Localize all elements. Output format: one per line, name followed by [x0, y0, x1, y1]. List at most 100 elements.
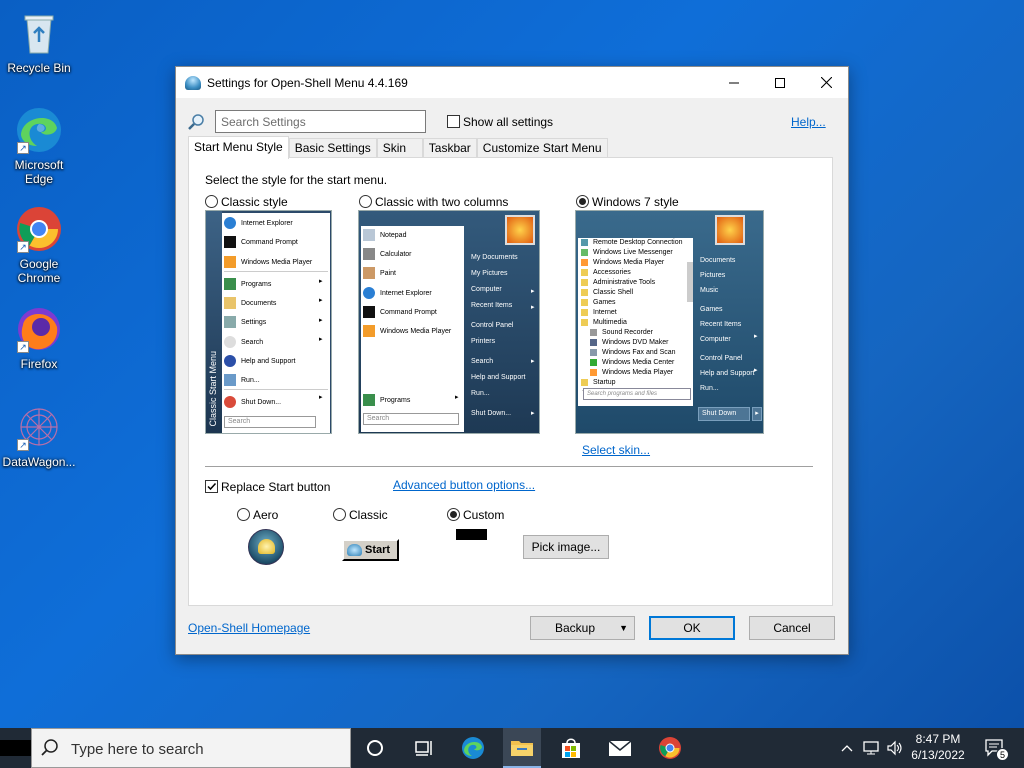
- tab-basic-settings[interactable]: Basic Settings: [288, 138, 377, 159]
- shortcut-arrow-icon: ↗: [17, 241, 29, 253]
- network-button[interactable]: [860, 728, 882, 768]
- classic-start-button-preview: Start: [342, 539, 399, 561]
- aero-button-label: Aero: [253, 508, 279, 522]
- clock-time: 8:47 PM: [915, 732, 961, 746]
- datawagon-icon: ↗: [15, 403, 63, 451]
- open-shell-icon: [347, 544, 362, 556]
- taskbar-search-box[interactable]: Type here to search: [31, 728, 351, 768]
- classic-style-preview[interactable]: Classic Start Menu Internet Explorer Com…: [205, 210, 332, 434]
- two-columns-radio[interactable]: [359, 195, 372, 208]
- desktop-icon-edge[interactable]: ↗ Microsoft Edge: [1, 106, 77, 186]
- title-bar[interactable]: Settings for Open-Shell Menu 4.4.169: [176, 67, 848, 98]
- taskbar-chrome-button[interactable]: [651, 728, 689, 768]
- minimize-icon: [729, 82, 739, 83]
- show-all-settings-checkbox[interactable]: [447, 115, 460, 128]
- aero-button-radio[interactable]: [237, 508, 250, 521]
- desktop-icon-chrome[interactable]: ↗ Google Chrome: [1, 205, 77, 285]
- windows7-style-radio[interactable]: [576, 195, 589, 208]
- tab-start-menu-style[interactable]: Start Menu Style: [188, 136, 289, 159]
- cancel-button[interactable]: Cancel: [749, 616, 835, 640]
- recycle-bin-icon: [15, 9, 63, 57]
- replace-start-button-label: Replace Start button: [221, 480, 331, 494]
- desktop-icon-label: Firefox: [20, 357, 58, 371]
- user-picture-icon: [505, 215, 535, 245]
- open-shell-icon: [185, 75, 201, 90]
- open-shell-homepage-link[interactable]: Open-Shell Homepage: [188, 621, 310, 635]
- search-icon: [41, 739, 58, 756]
- action-center-button[interactable]: 5: [978, 728, 1012, 768]
- windows7-style-label: Windows 7 style: [592, 195, 679, 209]
- classic-side-label: Classic Start Menu: [208, 351, 218, 427]
- taskbar-store-button[interactable]: [552, 728, 590, 768]
- pick-image-button[interactable]: Pick image...: [523, 535, 609, 559]
- desktop-icon-label: Microsoft Edge: [14, 158, 64, 186]
- minimize-button[interactable]: [711, 67, 757, 98]
- tab-taskbar[interactable]: Taskbar: [422, 138, 477, 159]
- advanced-button-options-link[interactable]: Advanced button options...: [393, 478, 535, 492]
- chrome-icon: ↗: [15, 205, 63, 253]
- backup-button[interactable]: Backup ▼: [530, 616, 635, 640]
- folder-icon: [511, 741, 533, 756]
- custom-button-radio[interactable]: [447, 508, 460, 521]
- two-columns-preview[interactable]: Notepad Calculator Paint Internet Explor…: [358, 210, 540, 434]
- two-col-left-list: Notepad Calculator Paint Internet Explor…: [361, 226, 464, 432]
- taskbar-search-placeholder: Type here to search: [71, 741, 204, 758]
- window-body: Show all settings Help... Start Menu Sty…: [176, 98, 848, 654]
- custom-button-label: Custom: [463, 508, 505, 522]
- start-button[interactable]: [0, 740, 31, 756]
- list-item: Settings: [224, 316, 266, 328]
- cortana-button[interactable]: [356, 728, 394, 768]
- volume-button[interactable]: [884, 728, 906, 768]
- select-skin-link[interactable]: Select skin...: [582, 443, 650, 457]
- search-row: Show all settings Help...: [188, 110, 838, 134]
- shortcut-arrow-icon: ↗: [17, 439, 29, 451]
- taskbar-file-explorer-button[interactable]: [503, 728, 541, 768]
- notification-count-badge: 5: [996, 748, 1009, 761]
- mail-icon: [608, 740, 632, 756]
- win7-preview-shutdown: Shut Down: [698, 407, 750, 421]
- search-settings-input[interactable]: [215, 110, 426, 133]
- classic-side-band: Classic Start Menu: [206, 211, 222, 433]
- windows7-style-preview[interactable]: Remote Desktop Connection Windows Live M…: [575, 210, 764, 434]
- settings-window: Settings for Open-Shell Menu 4.4.169 Sho…: [175, 66, 849, 655]
- close-button[interactable]: [803, 67, 849, 98]
- tab-skin[interactable]: Skin: [376, 138, 423, 159]
- list-item: Documents: [224, 297, 276, 309]
- tab-strip: Start Menu Style Basic Settings Skin Tas…: [188, 136, 608, 159]
- tab-customize-start-menu[interactable]: Customize Start Menu: [476, 138, 608, 159]
- checkmark-icon: [207, 482, 217, 491]
- maximize-button[interactable]: [757, 67, 803, 98]
- network-icon: [863, 741, 879, 755]
- taskbar-clock[interactable]: 8:47 PM 6/13/2022: [908, 731, 968, 763]
- list-item: Help and Support: [224, 355, 295, 367]
- show-hidden-icons-button[interactable]: [838, 728, 856, 768]
- win7-left-list: Remote Desktop Connection Windows Live M…: [578, 238, 693, 406]
- desktop-icon-recycle-bin[interactable]: Recycle Bin: [1, 9, 77, 75]
- chrome-icon: [659, 737, 681, 759]
- list-item: Run...: [224, 374, 260, 386]
- edge-icon: [462, 737, 484, 759]
- show-all-settings-label: Show all settings: [463, 115, 554, 129]
- desktop-icon-label: Recycle Bin: [7, 61, 71, 75]
- desktop-icon-datawagon[interactable]: ↗ DataWagon...: [1, 403, 77, 469]
- taskbar-edge-button[interactable]: [454, 728, 492, 768]
- edge-icon: ↗: [15, 106, 63, 154]
- desktop-icon-firefox[interactable]: ↗ Firefox: [1, 305, 77, 371]
- close-icon: [820, 77, 832, 88]
- list-item: Command Prompt: [224, 236, 298, 248]
- ok-button[interactable]: OK: [649, 616, 735, 640]
- classic-button-radio[interactable]: [333, 508, 346, 521]
- window-title: Settings for Open-Shell Menu 4.4.169: [207, 75, 408, 90]
- shortcut-arrow-icon: ↗: [17, 341, 29, 353]
- help-link[interactable]: Help...: [791, 115, 826, 129]
- store-icon: [562, 738, 580, 758]
- search-icon: [188, 113, 206, 131]
- taskbar-mail-button[interactable]: [601, 728, 639, 768]
- classic-style-label: Classic style: [221, 195, 288, 209]
- classic-style-radio[interactable]: [205, 195, 218, 208]
- replace-start-button-checkbox[interactable]: [205, 480, 218, 493]
- speaker-icon: [887, 740, 902, 756]
- shortcut-arrow-icon: ↗: [17, 142, 29, 154]
- task-view-button[interactable]: [404, 728, 442, 768]
- desktop-icon-label: DataWagon...: [2, 455, 76, 469]
